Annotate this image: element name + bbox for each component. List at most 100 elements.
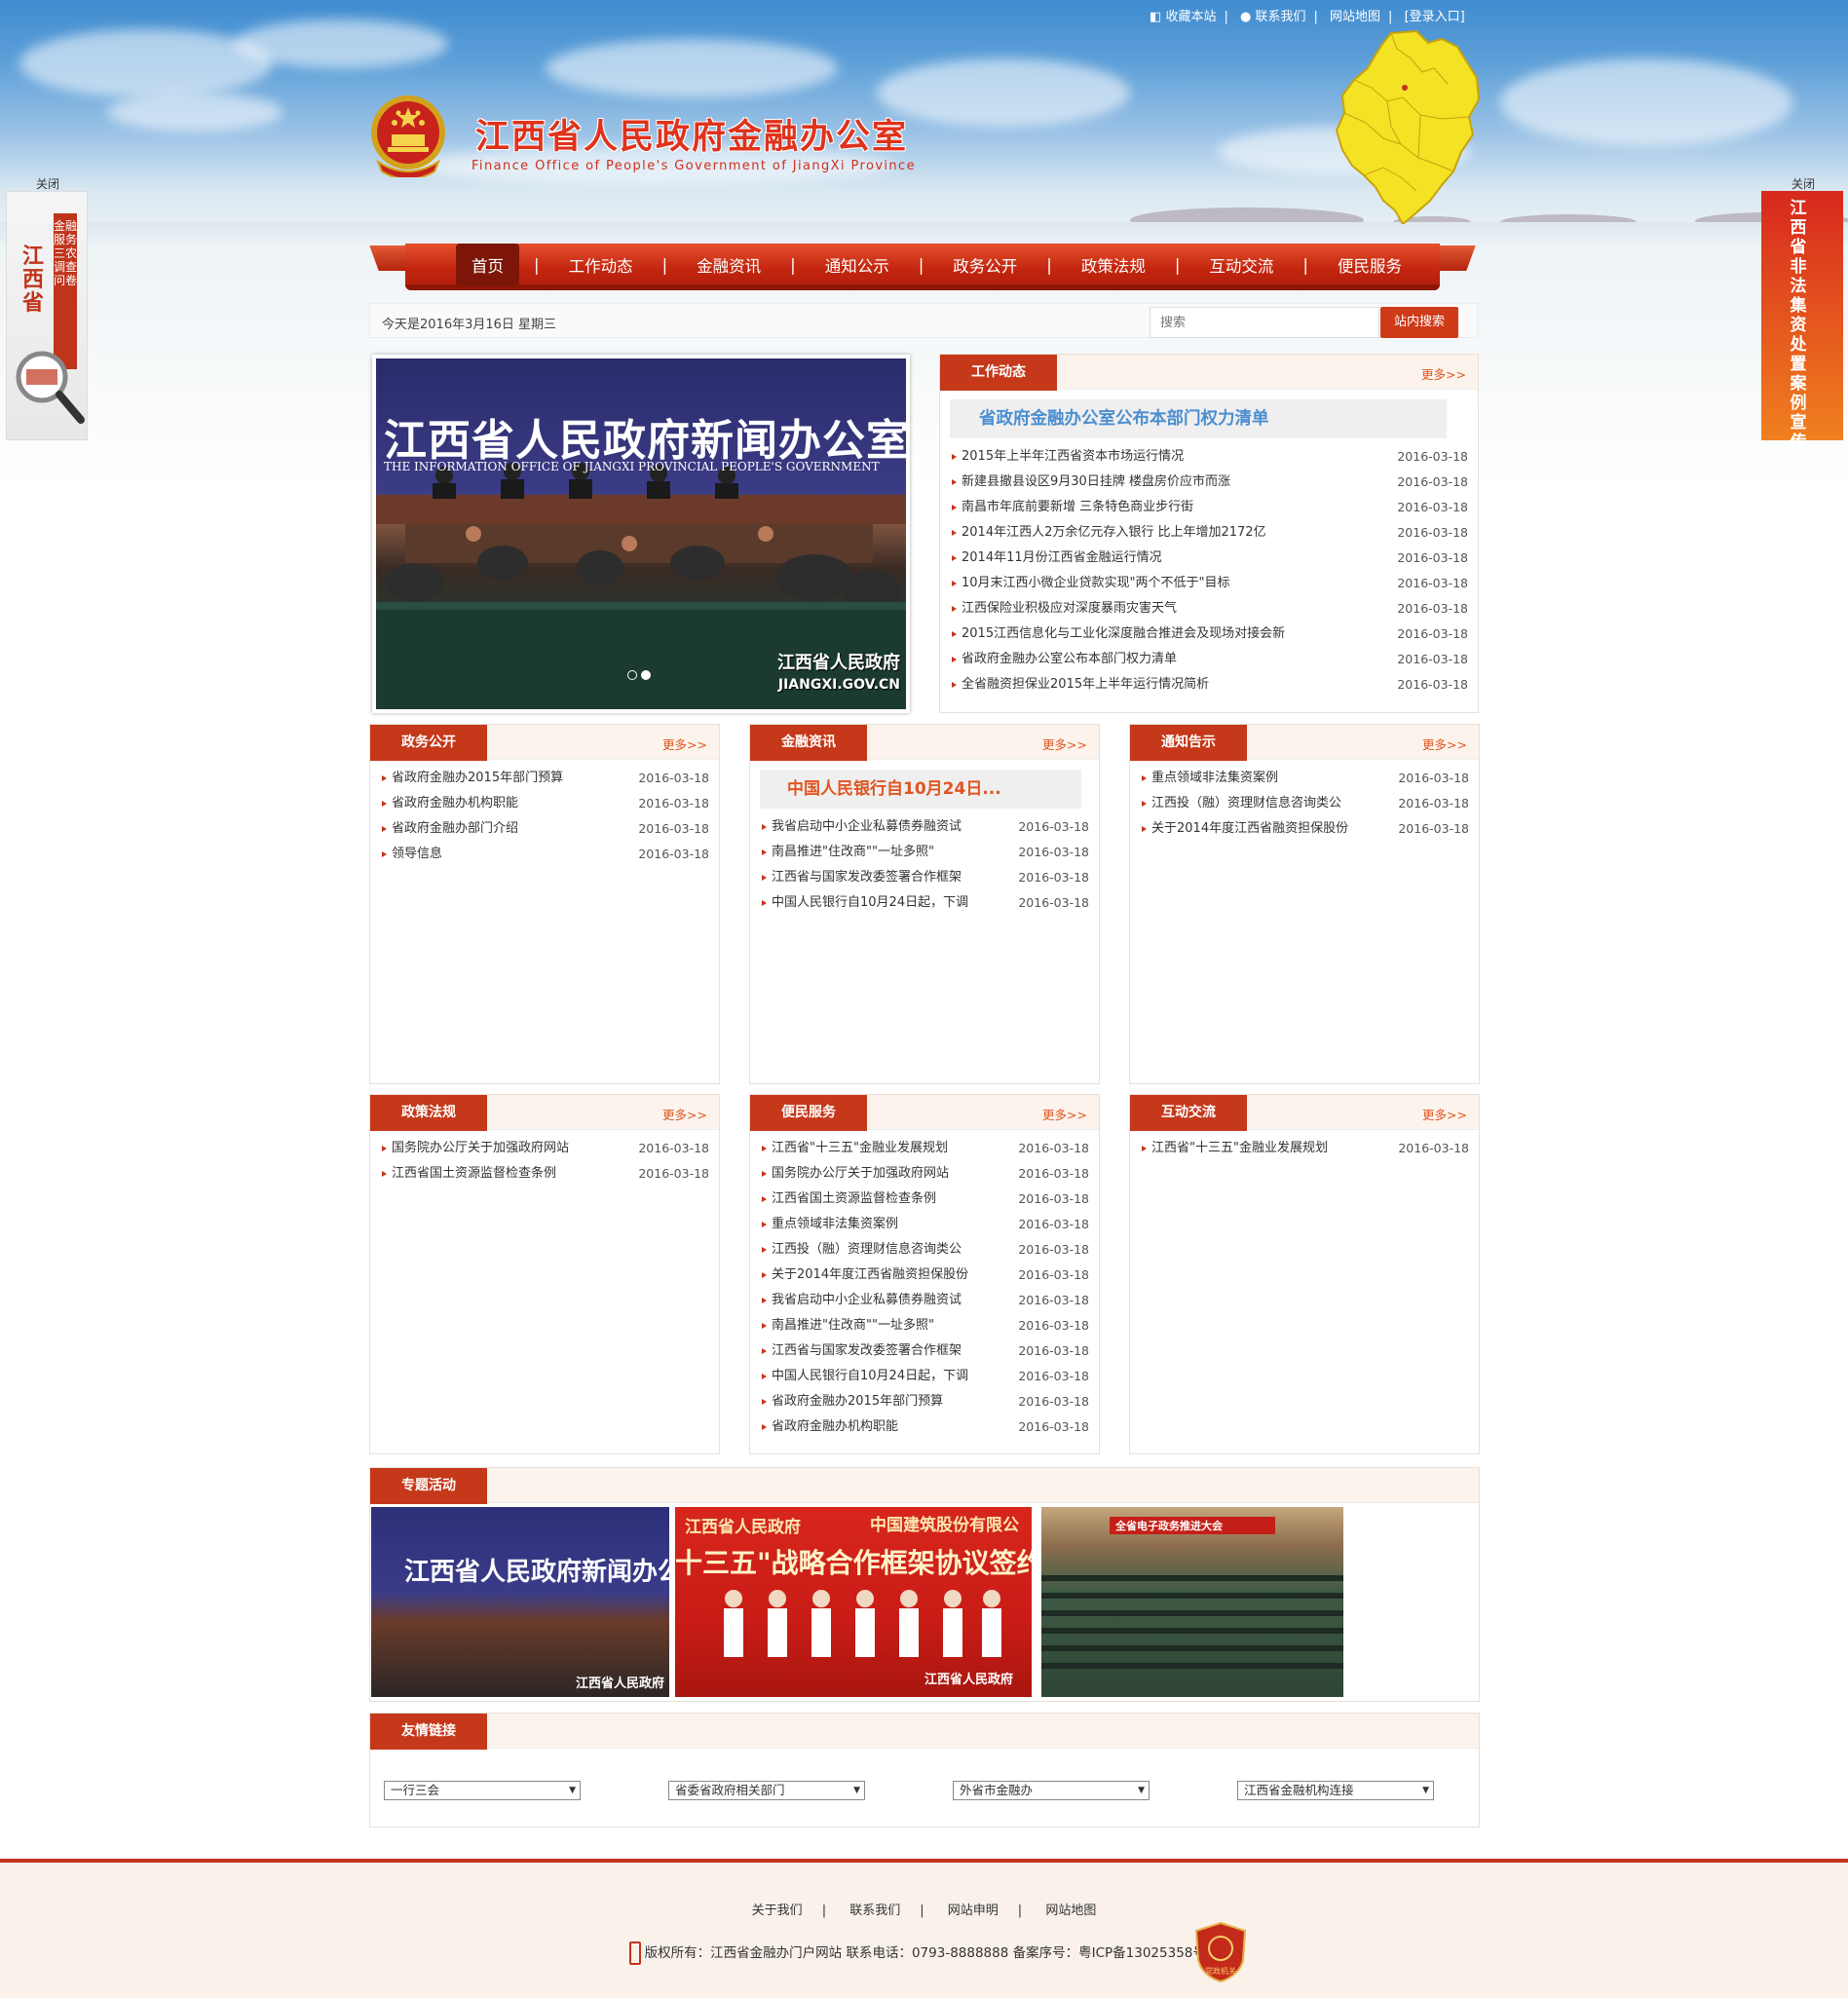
photo-caption: 十三五"战略合作框架协议签约 <box>675 1547 1032 1579</box>
panel-tab[interactable]: 专题活动 <box>370 1468 487 1504</box>
list-item[interactable]: 江西投（融）资理财信息咨询类公 2016-03-18 <box>760 1237 1089 1263</box>
more-link[interactable]: 更多>> <box>1422 1105 1467 1123</box>
list-item[interactable]: 省政府金融办部门介绍 2016-03-18 <box>380 816 709 842</box>
list-item[interactable]: 南昌市年底前要新增 三条特色商业步行街 2016-03-18 <box>950 495 1468 520</box>
link-select-provincial[interactable]: 省委省政府相关部门 ▼ <box>668 1781 865 1800</box>
nav-item-govopen[interactable]: 政务公开 | <box>938 244 1067 286</box>
list-item[interactable]: 2014年江西人2万余亿元存入银行 比上年增加2172亿 2016-03-18 <box>950 520 1468 546</box>
list-item[interactable]: 我省启动中小企业私募债券融资试 2016-03-18 <box>760 814 1089 840</box>
search-input[interactable] <box>1150 307 1379 338</box>
footer-link-about[interactable]: 关于我们 <box>752 1904 803 1918</box>
party-government-badge-icon[interactable]: 党政机关 <box>1194 1921 1247 1983</box>
list-item[interactable]: 省政府金融办公室公布本部门权力清单 2016-03-18 <box>950 647 1468 672</box>
left-float-ad[interactable]: 关闭 江西省 金融服务三农调查问卷 <box>6 175 90 440</box>
link-select-other-provinces[interactable]: 外省市金融办 ▼ <box>953 1781 1150 1800</box>
list-item[interactable]: 我省启动中小企业私募债券融资试 2016-03-18 <box>760 1288 1089 1313</box>
list-item[interactable]: 江西省"十三五"金融业发展规划 2016-03-18 <box>760 1136 1089 1161</box>
list-item[interactable]: 新建县撤县设区9月30日挂牌 楼盘房价应市而涨 2016-03-18 <box>950 470 1468 495</box>
slider-dot[interactable] <box>627 670 637 680</box>
panel-tab[interactable]: 金融资讯 <box>750 725 867 761</box>
list-item[interactable]: 江西投（融）资理财信息咨询类公 2016-03-18 <box>1140 791 1469 816</box>
featured-headline[interactable]: 省政府金融办公室公布本部门权力清单 <box>950 399 1447 438</box>
finance-panel: 金融资讯 更多>> 中国人民银行自10月24日... 我省启动中小企业私募债券融资… <box>749 724 1100 1084</box>
special-photo-conference[interactable]: 全省电子政务推进大会 <box>1041 1507 1343 1697</box>
signing-people-photo <box>724 1590 1001 1657</box>
list-item[interactable]: 中国人民银行自10月24日起，下调 2016-03-18 <box>760 890 1089 916</box>
photo-caption: 江西省人民政府新闻办公室 <box>404 1558 669 1587</box>
panel-tab[interactable]: 友情链接 <box>370 1714 487 1750</box>
more-link[interactable]: 更多>> <box>662 1105 707 1123</box>
nav-item-interact[interactable]: 互动交流 | <box>1194 244 1323 286</box>
more-link[interactable]: 更多>> <box>1421 364 1466 383</box>
sitemap-link[interactable]: 网站地图 <box>1330 10 1380 24</box>
slider-dot-active[interactable] <box>641 670 651 680</box>
list-item[interactable]: 关于2014年度江西省融资担保股份 2016-03-18 <box>760 1263 1089 1288</box>
list-item[interactable]: 中国人民银行自10月24日起，下调 2016-03-18 <box>760 1364 1089 1389</box>
more-link[interactable]: 更多>> <box>1042 735 1087 753</box>
panel-tab[interactable]: 工作动态 <box>940 355 1057 391</box>
list-item[interactable]: 重点领域非法集资案例 2016-03-18 <box>760 1212 1089 1237</box>
link-select-regulators[interactable]: 一行三会 ▼ <box>384 1781 581 1800</box>
special-photo-signing[interactable]: 江西省人民政府 中国建筑股份有限公 十三五"战略合作框架协议签约 江西省人民政府 <box>675 1507 1032 1697</box>
footer-link-statement[interactable]: 网站申明 <box>948 1904 999 1918</box>
list-item[interactable]: 国务院办公厅关于加强政府网站 2016-03-18 <box>760 1161 1089 1187</box>
current-date: 今天是2016年3月16日 星期三 <box>382 318 557 332</box>
list-item[interactable]: 国务院办公厅关于加强政府网站 2016-03-18 <box>380 1136 709 1161</box>
footer-link-sitemap[interactable]: 网站地图 <box>1045 1904 1096 1918</box>
link-select-institutions[interactable]: 江西省金融机构连接 ▼ <box>1237 1781 1434 1800</box>
nav-item-home[interactable]: 首页 | <box>456 244 554 286</box>
list-item[interactable]: 江西省国土资源监督检查条例 2016-03-18 <box>380 1161 709 1187</box>
right-float-ad[interactable]: 关闭 江西省非法集资处置案例宣传 <box>1761 175 1845 452</box>
contact-link[interactable]: 联系我们 <box>1255 10 1305 24</box>
panel-tab[interactable]: 通知告示 <box>1130 725 1247 761</box>
list-item[interactable]: 省政府金融办2015年部门预算 2016-03-18 <box>380 766 709 791</box>
close-left-ad-button[interactable]: 关闭 <box>6 175 90 191</box>
list-item[interactable]: 2014年11月份江西省金融运行情况 2016-03-18 <box>950 546 1468 571</box>
separator: | <box>1224 10 1228 24</box>
nav-item-finance[interactable]: 金融资讯 | <box>682 244 811 286</box>
list-item[interactable]: 关于2014年度江西省融资担保股份 2016-03-18 <box>1140 816 1469 842</box>
dropdown-arrow-icon: ▼ <box>1138 1786 1145 1795</box>
more-link[interactable]: 更多>> <box>1422 735 1467 753</box>
close-right-ad-button[interactable]: 关闭 <box>1761 175 1845 191</box>
list-item[interactable]: 江西省国土资源监督检查条例 2016-03-18 <box>760 1187 1089 1212</box>
panel-tab[interactable]: 互动交流 <box>1130 1095 1247 1131</box>
image-slider[interactable]: 江西省人民政府新闻办公室 THE INFORMATION OFFICE OF J… <box>372 355 910 713</box>
list-item[interactable]: 领导信息 2016-03-18 <box>380 842 709 867</box>
slider-dots[interactable] <box>627 668 655 684</box>
list-item[interactable]: 2015江西信息化与工业化深度融合推进会及现场对接会新 2016-03-18 <box>950 622 1468 647</box>
list-item[interactable]: 10月末江西小微企业贷款实现"两个不低于"目标 2016-03-18 <box>950 571 1468 596</box>
search-button[interactable]: 站内搜索 <box>1380 307 1458 338</box>
list-item[interactable]: 江西保险业积极应对深度暴雨灾害天气 2016-03-18 <box>950 596 1468 622</box>
nav-item-service[interactable]: 便民服务 <box>1323 244 1416 286</box>
list-item[interactable]: 2015年上半年江西省资本市场运行情况 2016-03-18 <box>950 444 1468 470</box>
nav-item-notice[interactable]: 通知公示 | <box>811 244 939 286</box>
favorite-link[interactable]: 收藏本站 <box>1165 10 1216 24</box>
more-link[interactable]: 更多>> <box>662 735 707 753</box>
nav-item-work[interactable]: 工作动态 | <box>554 244 683 286</box>
list-item[interactable]: 省政府金融办机构职能 2016-03-18 <box>760 1414 1089 1440</box>
panel-tab[interactable]: 政务公开 <box>370 725 487 761</box>
login-link[interactable]: [登录入口] <box>1405 10 1465 24</box>
header-banner <box>0 0 1848 244</box>
list-item[interactable]: 江西省与国家发改委签署合作框架 2016-03-18 <box>760 865 1089 890</box>
list-item[interactable]: 南昌推进"住改商""一址多照" 2016-03-18 <box>760 1313 1089 1338</box>
footer-link-contact[interactable]: 联系我们 <box>849 1904 900 1918</box>
photo-caption: 中国建筑股份有限公 <box>870 1516 1019 1535</box>
national-emblem-icon <box>371 95 445 177</box>
nav-item-policy[interactable]: 政策法规 | <box>1067 244 1195 286</box>
panel-tab[interactable]: 便民服务 <box>750 1095 867 1131</box>
panel-tab[interactable]: 政策法规 <box>370 1095 487 1131</box>
list-item[interactable]: 省政府金融办2015年部门预算 2016-03-18 <box>760 1389 1089 1414</box>
list-item[interactable]: 省政府金融办机构职能 2016-03-18 <box>380 791 709 816</box>
list-item[interactable]: 南昌推进"住改商""一址多照" 2016-03-18 <box>760 840 1089 865</box>
list-item[interactable]: 重点领域非法集资案例 2016-03-18 <box>1140 766 1469 791</box>
top-links: ◧ 收藏本站 | ● 联系我们 | 网站地图 | [登录入口] <box>1150 6 1465 24</box>
list-item[interactable]: 江西省"十三五"金融业发展规划 2016-03-18 <box>1140 1136 1469 1161</box>
list-item[interactable]: 全省融资担保业2015年上半年运行情况简析 2016-03-18 <box>950 672 1468 697</box>
footer-links: 关于我们 | 联系我们 | 网站申明 | 网站地图 <box>751 1904 1097 1918</box>
special-photo-press[interactable]: 江西省人民政府新闻办公室 江西省人民政府 <box>371 1507 669 1697</box>
more-link[interactable]: 更多>> <box>1042 1105 1087 1123</box>
list-item[interactable]: 江西省与国家发改委签署合作框架 2016-03-18 <box>760 1338 1089 1364</box>
featured-headline[interactable]: 中国人民银行自10月24日... <box>760 770 1081 809</box>
